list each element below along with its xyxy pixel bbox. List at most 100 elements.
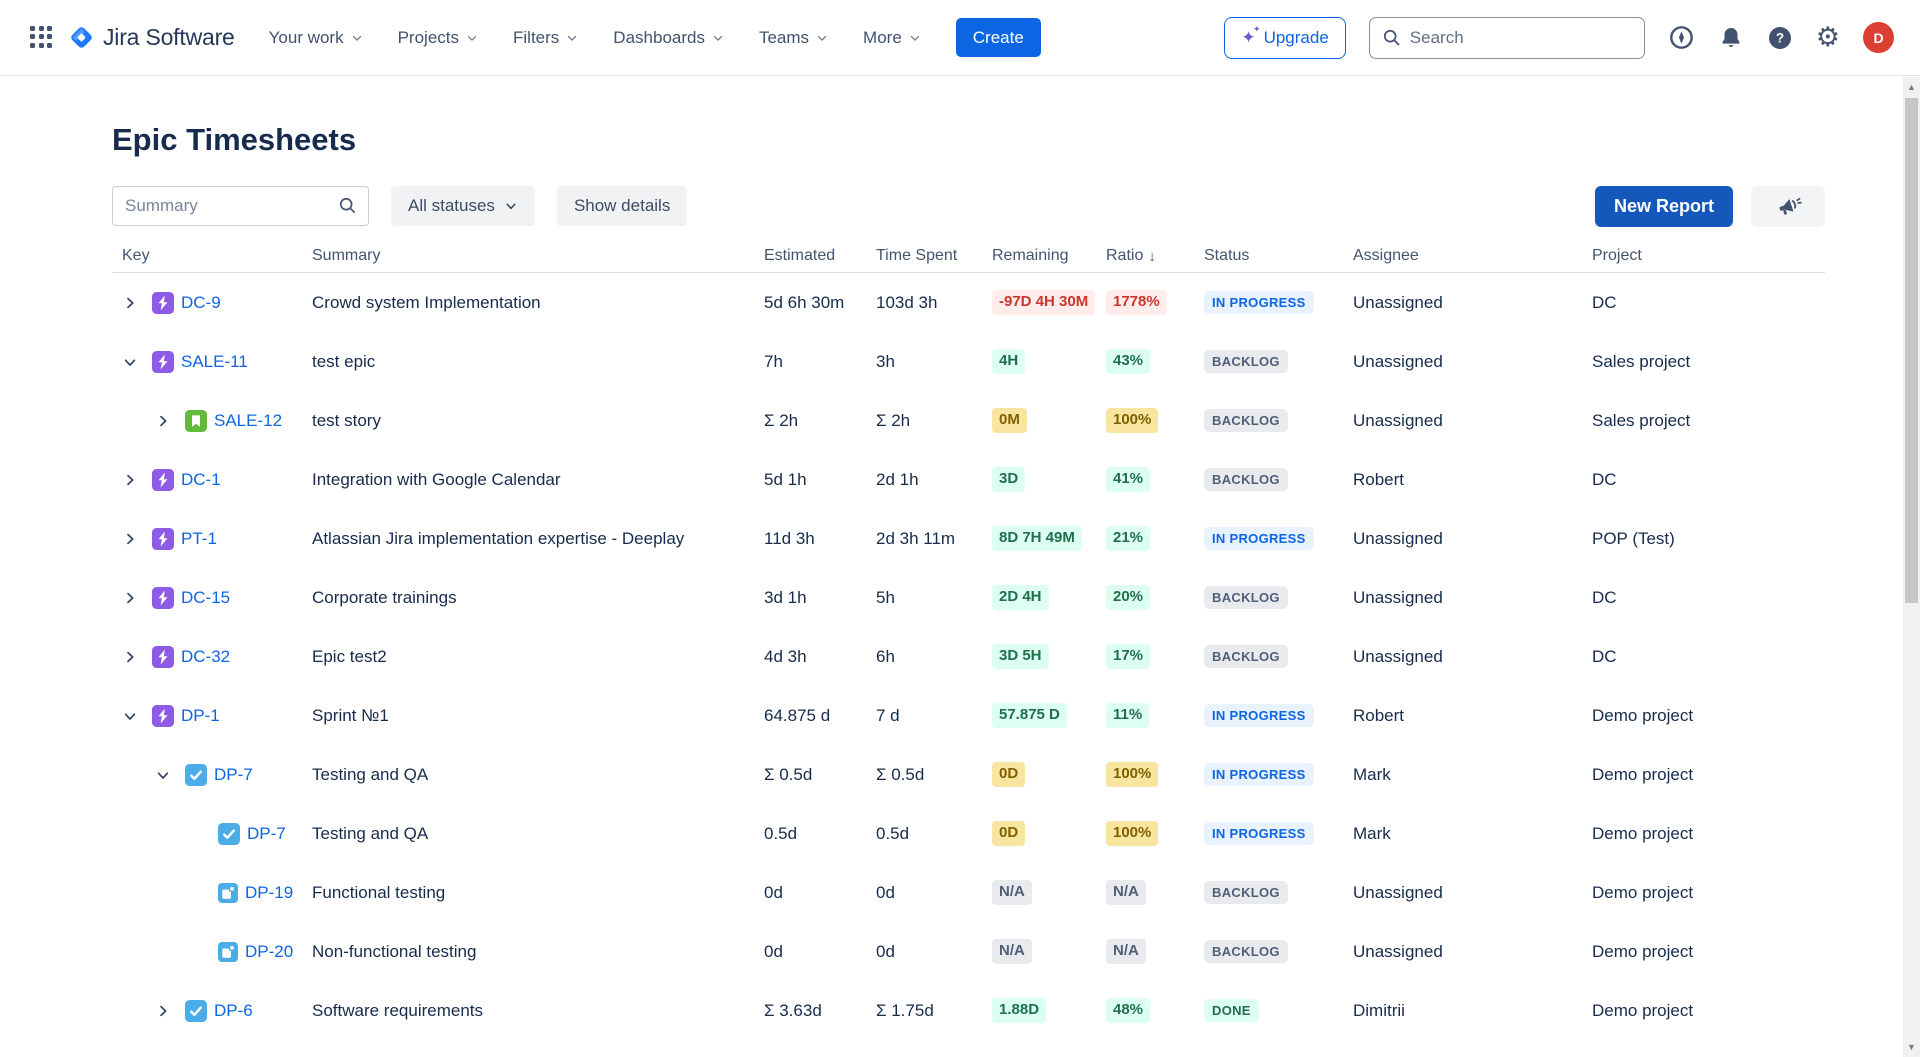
key-cell: DP-7 <box>112 823 312 845</box>
status-cell: BACKLOG <box>1204 586 1353 610</box>
assignee-cell: Unassigned <box>1353 411 1592 431</box>
nav-projects[interactable]: Projects <box>398 28 479 48</box>
issue-summary: Non-functional testing <box>312 942 764 962</box>
issue-key-link[interactable]: SALE-12 <box>214 411 282 431</box>
status-badge: BACKLOG <box>1204 940 1288 964</box>
epic-icon <box>152 351 174 373</box>
column-header-remaining[interactable]: Remaining <box>992 247 1106 265</box>
issue-summary: Testing and QA <box>312 765 764 785</box>
issue-key-link[interactable]: DC-32 <box>181 647 230 667</box>
status-cell: DONE <box>1204 999 1353 1023</box>
column-header-key[interactable]: Key <box>112 247 312 265</box>
remaining-cell: 4H <box>992 349 1106 374</box>
issue-summary: Functional testing <box>312 883 764 903</box>
nav-filters[interactable]: Filters <box>513 28 579 48</box>
search-icon <box>337 195 358 221</box>
issue-key-link[interactable]: DC-1 <box>181 470 221 490</box>
show-details-button[interactable]: Show details <box>557 186 687 226</box>
help-button[interactable]: ? <box>1767 25 1793 51</box>
expand-chevron-icon[interactable] <box>155 1003 185 1019</box>
issue-key-link[interactable]: DP-6 <box>214 1001 253 1021</box>
issue-key-link[interactable]: DC-9 <box>181 293 221 313</box>
feedback-button[interactable] <box>1751 186 1825 227</box>
collapse-chevron-icon[interactable] <box>155 767 185 783</box>
issue-summary: Sprint №1 <box>312 706 764 726</box>
assignee-cell: Mark <box>1353 765 1592 785</box>
issue-summary: Integration with Google Calendar <box>312 470 764 490</box>
expand-chevron-icon[interactable] <box>122 649 152 665</box>
nav-teams[interactable]: Teams <box>759 28 829 48</box>
issue-key-link[interactable]: PT-1 <box>181 529 217 549</box>
issue-key-link[interactable]: DP-20 <box>245 942 293 962</box>
notifications-button[interactable] <box>1718 25 1744 51</box>
scroll-down-arrow[interactable]: ▼ <box>1903 1039 1920 1055</box>
estimated-cell: 3d 1h <box>764 588 876 608</box>
assignee-cell: Robert <box>1353 470 1592 490</box>
remaining-badge: N/A <box>992 880 1032 905</box>
chevron-down-icon <box>711 31 725 45</box>
column-header-ratio[interactable]: Ratio ↓ <box>1106 247 1204 265</box>
time-spent-cell: 2d 3h 11m <box>876 529 992 549</box>
ratio-badge: 100% <box>1106 821 1158 846</box>
upgrade-button[interactable]: ✦✦ Upgrade <box>1224 17 1345 59</box>
expand-chevron-icon[interactable] <box>122 295 152 311</box>
remaining-cell: 0D <box>992 762 1106 787</box>
issue-key-link[interactable]: DP-19 <box>245 883 293 903</box>
issue-key-link[interactable]: SALE-11 <box>181 352 248 372</box>
issue-summary: Crowd system Implementation <box>312 293 764 313</box>
search-input[interactable] <box>1369 17 1645 59</box>
assignee-cell: Robert <box>1353 706 1592 726</box>
column-header-time-spent[interactable]: Time Spent <box>876 247 992 265</box>
jira-logo[interactable]: Jira Software <box>68 24 235 51</box>
remaining-cell: 0D <box>992 821 1106 846</box>
expand-chevron-icon[interactable] <box>122 590 152 606</box>
epic-icon <box>152 469 174 491</box>
collapse-chevron-icon[interactable] <box>122 354 152 370</box>
expand-chevron-icon[interactable] <box>155 413 185 429</box>
ratio-cell: 17% <box>1106 644 1204 669</box>
issue-key-link[interactable]: DC-15 <box>181 588 230 608</box>
issue-key-link[interactable]: DP-7 <box>247 824 286 844</box>
issue-row: DP-19Functional testing0d0dN/AN/ABACKLOG… <box>112 863 1825 922</box>
status-filter-dropdown[interactable]: All statuses <box>391 186 535 226</box>
expand-chevron-icon[interactable] <box>122 472 152 488</box>
expand-chevron-icon[interactable] <box>122 531 152 547</box>
avatar[interactable]: D <box>1863 22 1894 53</box>
status-badge: BACKLOG <box>1204 468 1288 492</box>
column-header-status[interactable]: Status <box>1204 247 1353 265</box>
scroll-up-arrow[interactable]: ▲ <box>1903 79 1920 95</box>
estimated-cell: 7h <box>764 352 876 372</box>
nav-your-work[interactable]: Your work <box>269 28 364 48</box>
ratio-badge: 100% <box>1106 408 1158 433</box>
column-header-estimated[interactable]: Estimated <box>764 247 876 265</box>
create-button[interactable]: Create <box>956 18 1041 57</box>
upgrade-label: Upgrade <box>1264 28 1329 48</box>
ratio-cell: 100% <box>1106 762 1204 787</box>
chevron-down-icon <box>350 31 364 45</box>
nav-dashboards[interactable]: Dashboards <box>613 28 725 48</box>
table-header: Key Summary Estimated Time Spent Remaini… <box>112 240 1825 273</box>
column-header-assignee[interactable]: Assignee <box>1353 247 1592 265</box>
ratio-badge: 20% <box>1106 585 1150 610</box>
new-report-button[interactable]: New Report <box>1595 186 1733 227</box>
app-switcher-icon[interactable] <box>30 26 54 50</box>
status-cell: BACKLOG <box>1204 350 1353 374</box>
summary-filter-input[interactable] <box>112 186 369 226</box>
column-header-summary[interactable]: Summary <box>312 247 764 265</box>
scrollbar-thumb[interactable] <box>1905 98 1918 603</box>
status-badge: BACKLOG <box>1204 881 1288 905</box>
column-header-project[interactable]: Project <box>1592 247 1825 265</box>
nav-more[interactable]: More <box>863 28 922 48</box>
issue-row: SALE-12test storyΣ 2hΣ 2h0M100%BACKLOGUn… <box>112 391 1825 450</box>
remaining-cell: 57.875 D <box>992 703 1106 728</box>
time-spent-cell: 6h <box>876 647 992 667</box>
issue-key-link[interactable]: DP-7 <box>214 765 253 785</box>
settings-button[interactable]: ⚙ <box>1816 24 1840 51</box>
ratio-cell: 100% <box>1106 408 1204 433</box>
project-cell: Demo project <box>1592 706 1825 726</box>
discover-button[interactable] <box>1668 24 1695 51</box>
ratio-badge: 1778% <box>1106 290 1167 315</box>
collapse-chevron-icon[interactable] <box>122 708 152 724</box>
issue-key-link[interactable]: DP-1 <box>181 706 220 726</box>
remaining-badge: 0D <box>992 762 1025 787</box>
